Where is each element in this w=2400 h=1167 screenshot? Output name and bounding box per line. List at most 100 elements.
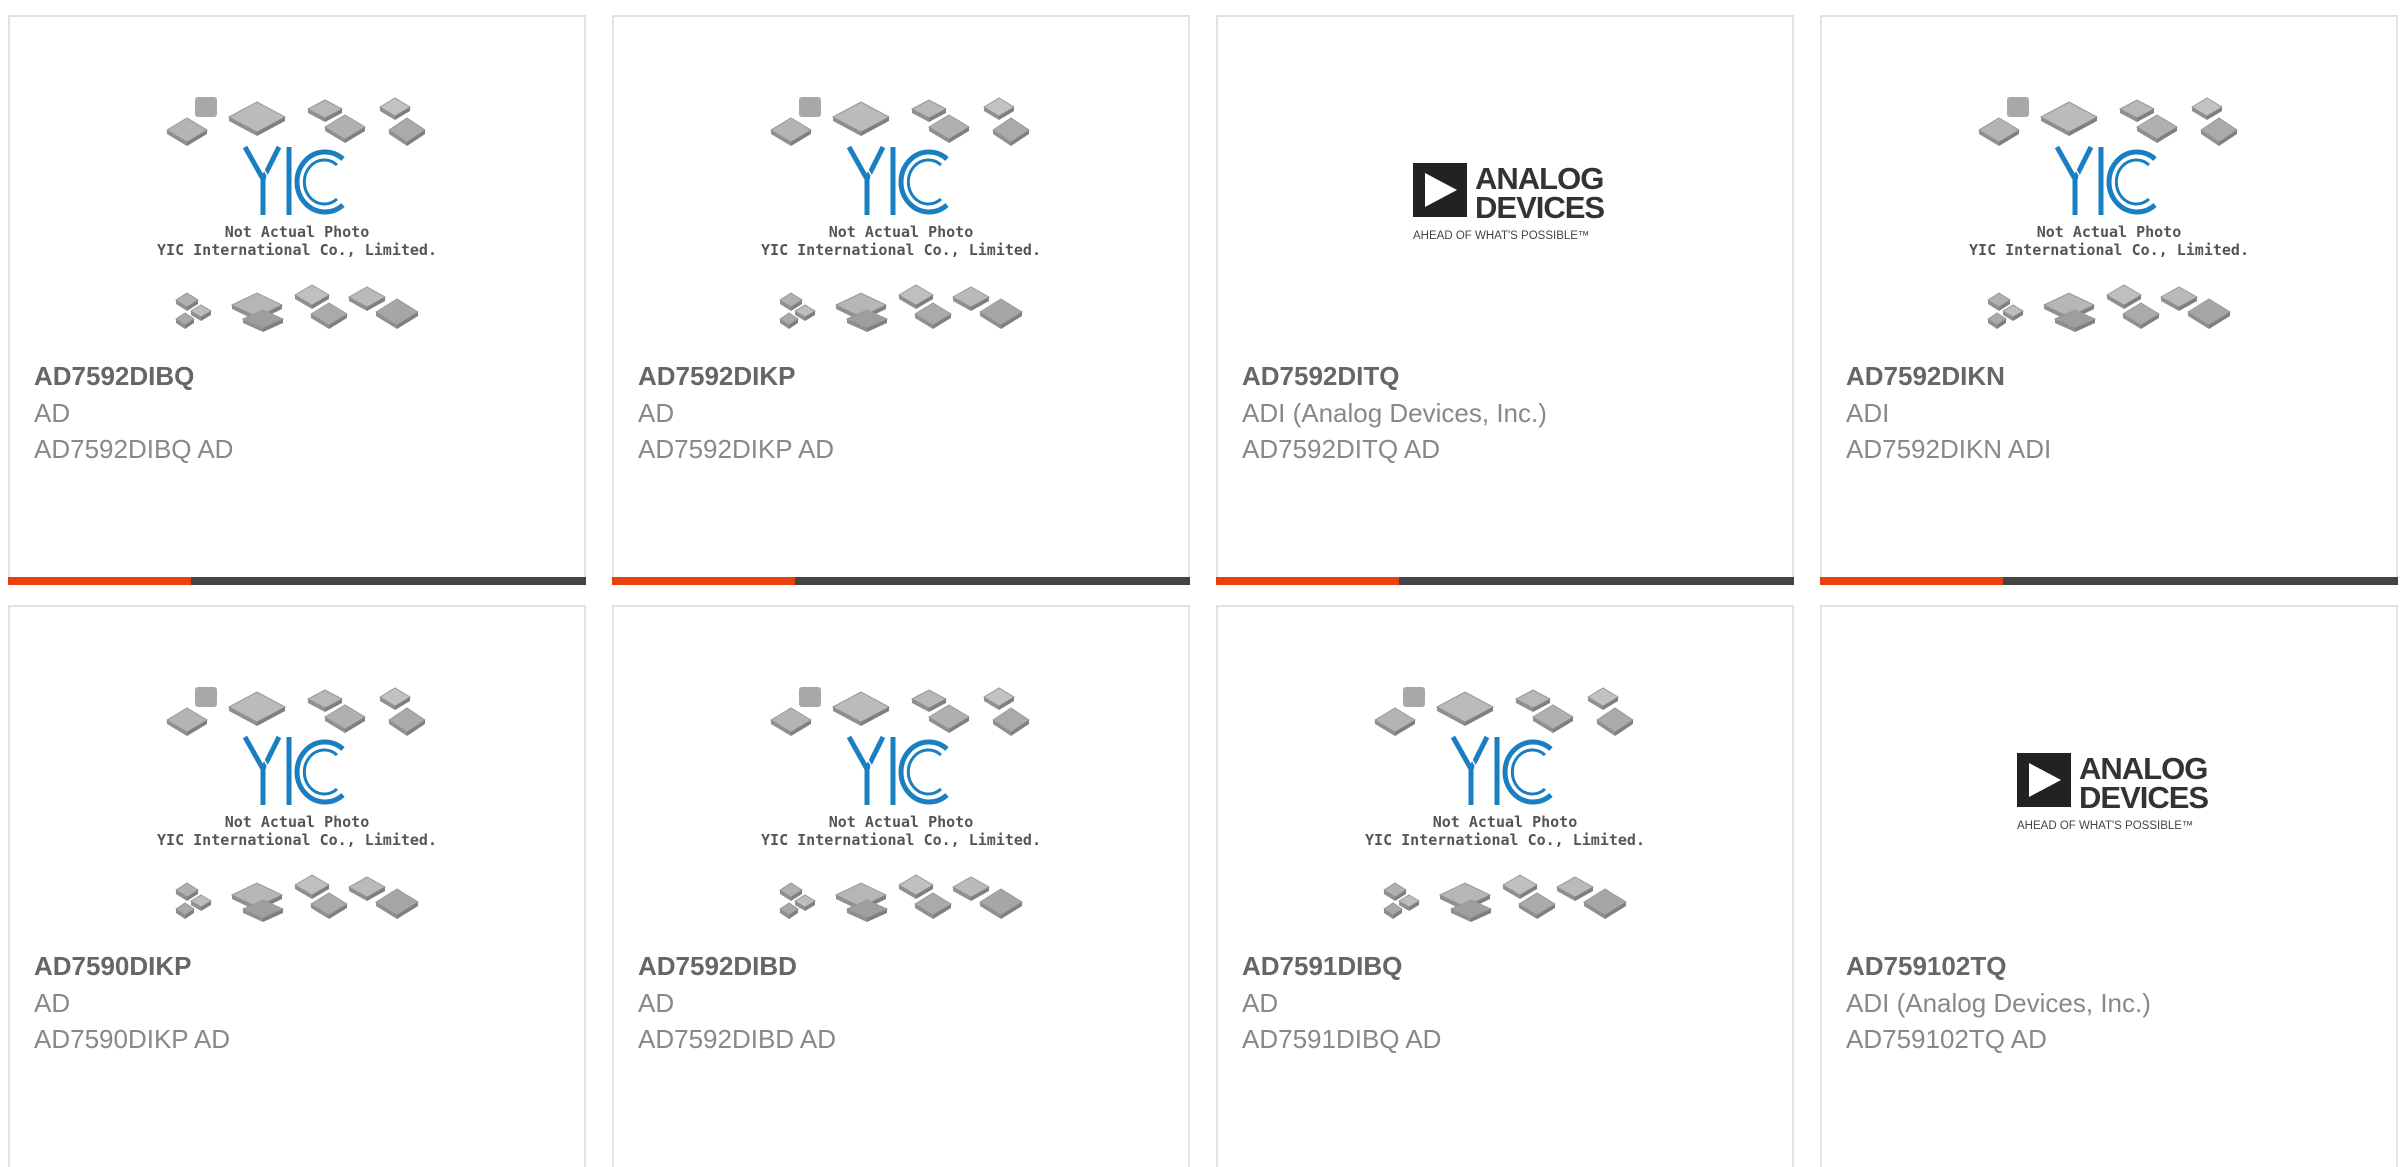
chip-icon xyxy=(1383,902,1403,919)
chip-icon xyxy=(375,888,419,919)
chip-icon xyxy=(1403,687,1425,707)
chip-icon xyxy=(347,286,387,311)
chip-icon xyxy=(1987,312,2007,329)
product-info: AD7592DITQ ADI (Analog Devices, Inc.) AD… xyxy=(1242,357,1772,467)
chip-icon xyxy=(770,707,812,736)
product-info: AD7592DIBQ AD AD7592DIBQ AD xyxy=(34,357,564,467)
chip-icon xyxy=(2106,284,2142,309)
chip-icon xyxy=(1502,874,1538,899)
chip-icon xyxy=(175,902,195,919)
description: AD7591DIBQ AD xyxy=(1242,1024,1442,1054)
product-image[interactable]: ANALOG DEVICES AHEAD OF WHAT'S POSSIBLE™ xyxy=(1822,687,2396,937)
description: AD7592DIBD AD xyxy=(638,1024,836,1054)
product-image[interactable]: Not Actual Photo YIC International Co., L… xyxy=(614,687,1188,937)
part-number[interactable]: AD7592DIKP xyxy=(638,357,1168,395)
product-card[interactable]: Not Actual Photo YIC International Co., L… xyxy=(8,15,586,585)
chip-icon xyxy=(983,687,1015,710)
manufacturer: AD xyxy=(1242,988,1279,1018)
company-name-text: YIC International Co., Limited. xyxy=(761,831,1041,849)
product-card[interactable]: Not Actual Photo YIC International Co., L… xyxy=(612,15,1190,585)
chip-icon xyxy=(294,874,330,899)
product-grid: Not Actual Photo YIC International Co., L… xyxy=(8,15,2400,1167)
chip-icon xyxy=(347,876,387,901)
adi-tagline: AHEAD OF WHAT'S POSSIBLE™ xyxy=(1413,230,1589,242)
product-info: AD7592DIBD AD AD7592DIBD AD xyxy=(638,947,1168,1057)
product-image[interactable]: Not Actual Photo YIC International Co., L… xyxy=(10,97,584,347)
chip-icon xyxy=(983,97,1015,120)
chip-icon xyxy=(2200,117,2238,146)
chip-icon xyxy=(2039,101,2099,136)
description: AD7592DIBQ AD xyxy=(34,434,234,464)
company-name-text: YIC International Co., Limited. xyxy=(761,241,1041,259)
description: AD7590DIKP AD xyxy=(34,1024,231,1054)
chip-icon xyxy=(1587,687,1619,710)
analog-devices-logo: ANALOGDEVICESAHEAD OF WHAT'S POSSIBLE™ xyxy=(2017,751,2209,832)
chip-icon xyxy=(1596,707,1634,736)
yic-placeholder-image: Not Actual PhotoYIC International Co., L… xyxy=(157,97,437,332)
chip-icon xyxy=(2007,97,2029,117)
part-number[interactable]: AD759102TQ xyxy=(1846,947,2376,985)
yic-placeholder-image: Not Actual PhotoYIC International Co., L… xyxy=(761,97,1041,332)
manufacturer: ADI (Analog Devices, Inc.) xyxy=(1846,988,2151,1018)
yic-logo xyxy=(846,735,949,805)
part-number[interactable]: AD7592DIBQ xyxy=(34,357,564,395)
product-card[interactable]: ANALOG DEVICES AHEAD OF WHAT'S POSSIBLE™ A… xyxy=(1216,15,1794,585)
product-image[interactable]: ANALOG DEVICES AHEAD OF WHAT'S POSSIBLE™ xyxy=(1218,97,1792,347)
yic-placeholder-image: Not Actual PhotoYIC International Co., L… xyxy=(1969,97,2249,332)
analog-devices-logo: ANALOGDEVICESAHEAD OF WHAT'S POSSIBLE™ xyxy=(1413,161,1605,242)
product-info: AD7591DIBQ AD AD7591DIBQ AD xyxy=(1242,947,1772,1057)
manufacturer: AD xyxy=(638,398,675,428)
chip-icon xyxy=(310,302,348,329)
chip-icon xyxy=(1978,117,2020,146)
product-info: AD7592DIKP AD AD7592DIKP AD xyxy=(638,357,1168,467)
chip-icon xyxy=(898,874,934,899)
not-actual-photo-text: Not Actual Photo xyxy=(1433,813,1578,831)
chip-icon xyxy=(306,689,344,712)
chip-icon xyxy=(770,117,812,146)
part-number[interactable]: AD7592DIBD xyxy=(638,947,1168,985)
chip-icon xyxy=(166,117,208,146)
manufacturer: AD xyxy=(638,988,675,1018)
chip-icon xyxy=(910,689,948,712)
part-number[interactable]: AD7592DIKN xyxy=(1846,357,2376,395)
product-card[interactable]: Not Actual Photo YIC International Co., L… xyxy=(1216,605,1794,1167)
product-image[interactable]: Not Actual Photo YIC International Co., L… xyxy=(1822,97,2396,347)
product-image[interactable]: Not Actual Photo YIC International Co., L… xyxy=(10,687,584,937)
chip-icon xyxy=(388,707,426,736)
product-card[interactable]: ANALOG DEVICES AHEAD OF WHAT'S POSSIBLE™ A… xyxy=(1820,605,2398,1167)
product-card[interactable]: Not Actual Photo YIC International Co., L… xyxy=(1820,15,2398,585)
yic-logo xyxy=(242,145,345,215)
chip-icon xyxy=(2159,286,2199,311)
manufacturer: AD xyxy=(34,988,71,1018)
chip-icon xyxy=(306,99,344,122)
chip-icon xyxy=(324,114,366,143)
not-actual-photo-text: Not Actual Photo xyxy=(2037,223,2182,241)
chip-icon xyxy=(914,892,952,919)
chip-icon xyxy=(992,117,1030,146)
yic-logo xyxy=(1450,735,1553,805)
not-actual-photo-text: Not Actual Photo xyxy=(829,813,974,831)
chip-icon xyxy=(1583,888,1627,919)
company-name-text: YIC International Co., Limited. xyxy=(157,241,437,259)
chip-icon xyxy=(951,286,991,311)
product-card[interactable]: Not Actual Photo YIC International Co., L… xyxy=(8,605,586,1167)
product-info: AD7590DIKP AD AD7590DIKP AD xyxy=(34,947,564,1057)
adi-wordmark-line2: DEVICES xyxy=(1475,190,1604,225)
part-number[interactable]: AD7590DIKP xyxy=(34,947,564,985)
card-bottom-bar xyxy=(612,577,1190,585)
product-info: AD759102TQ ADI (Analog Devices, Inc.) AD… xyxy=(1846,947,2376,1057)
yic-placeholder-image: Not Actual PhotoYIC International Co., L… xyxy=(1365,687,1645,922)
product-image[interactable]: Not Actual Photo YIC International Co., L… xyxy=(614,97,1188,347)
product-card[interactable]: Not Actual Photo YIC International Co., L… xyxy=(612,605,1190,1167)
chip-icon xyxy=(910,99,948,122)
not-actual-photo-text: Not Actual Photo xyxy=(225,223,370,241)
part-number[interactable]: AD7592DITQ xyxy=(1242,357,1772,395)
yic-placeholder-image: Not Actual PhotoYIC International Co., L… xyxy=(761,687,1041,922)
product-image[interactable]: Not Actual Photo YIC International Co., L… xyxy=(1218,687,1792,937)
chip-icon xyxy=(1435,691,1495,726)
description: AD759102TQ AD xyxy=(1846,1024,2047,1054)
chip-icon xyxy=(175,312,195,329)
chip-icon xyxy=(1518,892,1556,919)
chip-icon xyxy=(1514,689,1552,712)
part-number[interactable]: AD7591DIBQ xyxy=(1242,947,1772,985)
